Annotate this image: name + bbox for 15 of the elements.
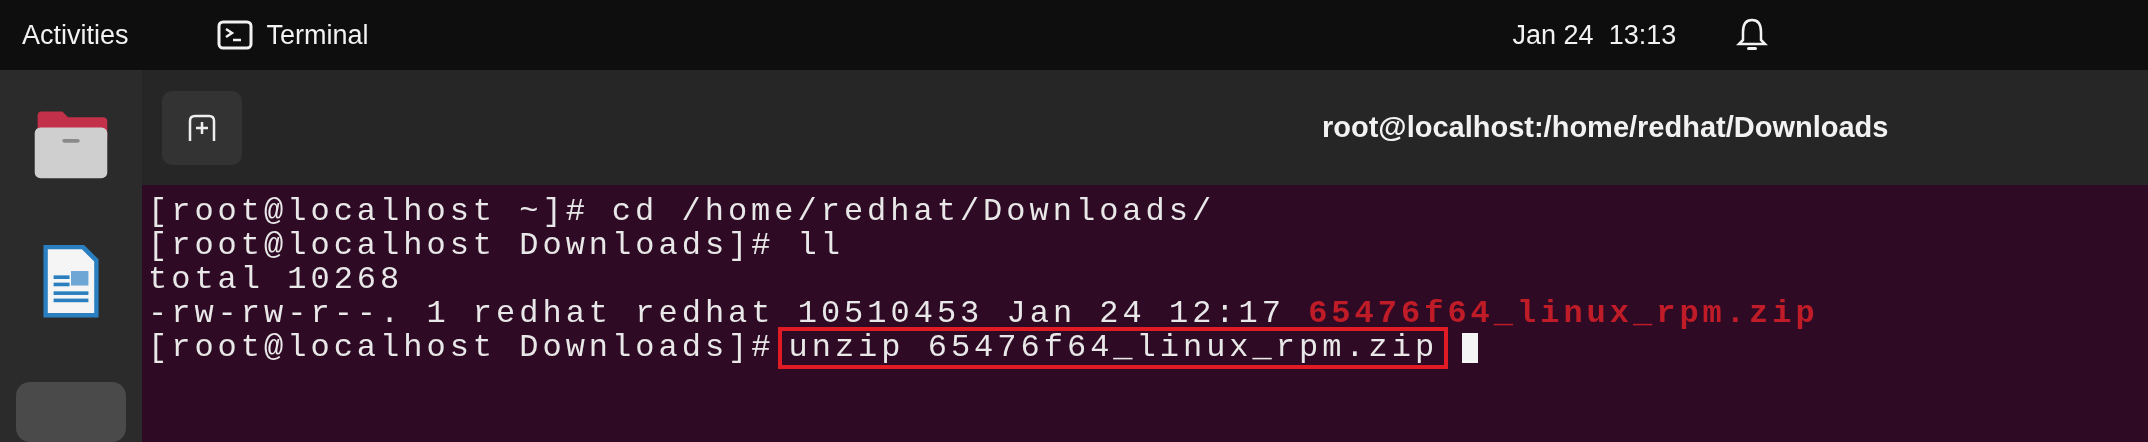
- highlighted-command: unzip 65476f64_linux_rpm.zip: [778, 327, 1449, 369]
- shell-prompt: [root@localhost Downloads]#: [148, 229, 775, 263]
- new-tab-button[interactable]: [162, 90, 242, 165]
- bell-icon[interactable]: [1736, 17, 1769, 53]
- command-text: cd /home/redhat/Downloads/: [611, 195, 1216, 229]
- terminal-icon: [216, 20, 253, 50]
- shell-prompt: [root@localhost Downloads]#: [148, 331, 775, 365]
- shell-prompt: [root@localhost ~]#: [148, 195, 589, 229]
- output-text: total 10268: [148, 263, 404, 297]
- app-menu[interactable]: Terminal: [266, 14, 369, 56]
- activities-button[interactable]: Activities: [22, 14, 129, 56]
- command-text: ll: [797, 229, 844, 263]
- new-tab-icon: [187, 112, 217, 143]
- clock[interactable]: Jan 24 13:13: [1512, 14, 1677, 56]
- window-title: root@localhost:/home/redhat/Downloads: [1322, 109, 1889, 145]
